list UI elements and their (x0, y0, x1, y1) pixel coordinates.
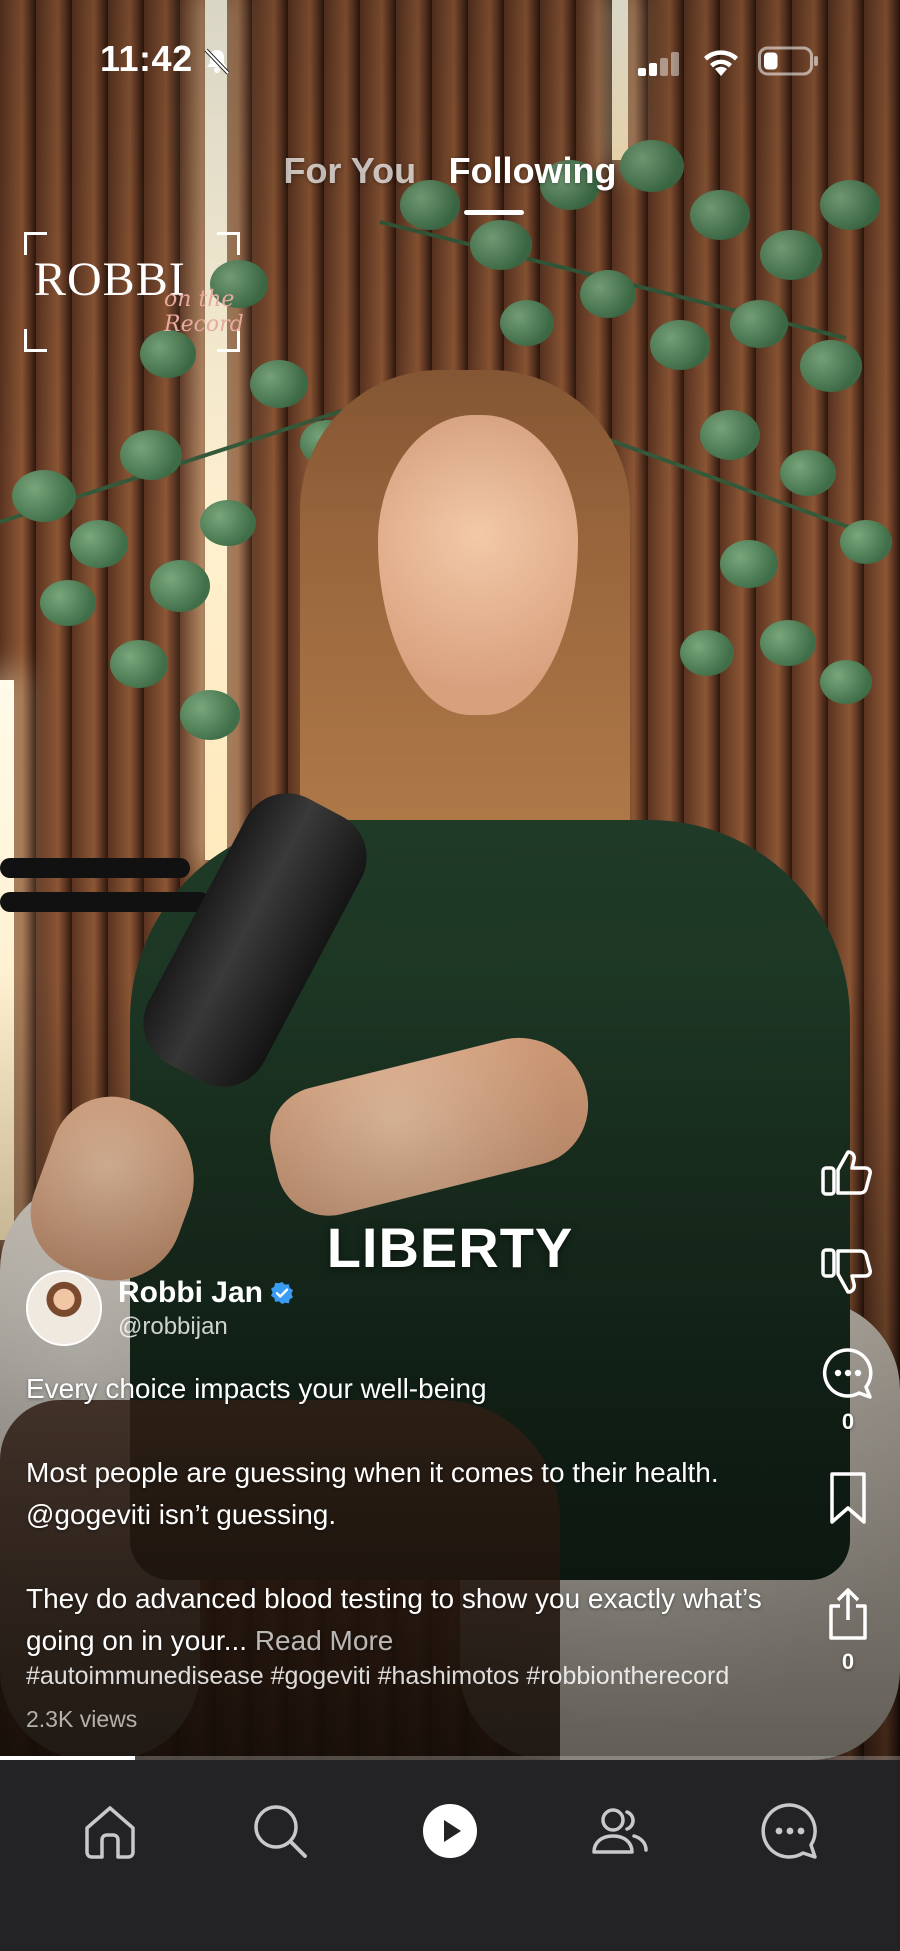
view-count: 2.3K views (26, 1706, 138, 1732)
post-description[interactable]: Every choice impacts your well-being Mos… (26, 1368, 846, 1662)
active-tab-indicator (464, 210, 524, 215)
creator-name[interactable]: Robbi Jan (118, 1276, 263, 1310)
tab-for-you[interactable]: For You (283, 150, 416, 192)
bottom-nav (0, 1760, 900, 1951)
bell-slash-icon (202, 46, 232, 81)
status-time: 11:42 (100, 38, 193, 79)
video-caption-overlay: LIBERTY (326, 1216, 574, 1279)
battery-icon (758, 46, 820, 81)
thumbs-up-icon (820, 1150, 876, 1202)
nav-messages[interactable] (755, 1798, 825, 1868)
nav-search[interactable] (245, 1798, 315, 1868)
creator-handle[interactable]: @robbijan (118, 1313, 228, 1341)
description-line: Every choice impacts your well-being (26, 1373, 487, 1404)
description-line: going on in your... Read More (26, 1620, 846, 1662)
search-icon (250, 1801, 310, 1866)
dislike-button[interactable] (818, 1246, 878, 1303)
feed-tabs: For You Following (0, 150, 900, 192)
description-line: Most people are guessing when it comes t… (26, 1457, 719, 1488)
read-more-link[interactable]: Read More (255, 1625, 394, 1656)
thumbs-down-icon (820, 1248, 876, 1302)
chat-icon (760, 1801, 820, 1866)
mic-arm (0, 892, 210, 912)
watermark-brand: ROBBI (34, 253, 186, 306)
nav-home[interactable] (75, 1798, 145, 1868)
like-button[interactable] (818, 1146, 878, 1203)
people-icon (589, 1802, 651, 1865)
person-hair (300, 370, 630, 1230)
person-hand (259, 1023, 601, 1227)
home-icon (81, 1802, 139, 1865)
nav-play[interactable] (415, 1798, 485, 1868)
description-line: @gogeviti isn’t guessing. (26, 1499, 337, 1530)
description-line: They do advanced blood testing to show y… (26, 1583, 762, 1614)
hashtags[interactable]: #autoimmunedisease #gogeviti #hashimotos… (26, 1662, 729, 1691)
status-bar: 11:42 (0, 36, 900, 86)
wifi-icon (700, 46, 742, 83)
cellular-signal-icon (638, 52, 682, 81)
watermark-script: on the Record (164, 287, 244, 337)
wall-light-strip (0, 680, 14, 1240)
play-icon (422, 1803, 478, 1864)
microphone (127, 777, 383, 1103)
description-truncated-text: going on in your... (26, 1625, 248, 1656)
tab-following[interactable]: Following (449, 150, 617, 192)
verified-badge-icon (270, 1281, 294, 1310)
person-face (378, 415, 578, 715)
video-watermark: ROBBI on the Record (24, 232, 244, 352)
nav-following[interactable] (585, 1798, 655, 1868)
wall-light-strip (205, 0, 227, 860)
mic-arm (0, 858, 190, 878)
avatar[interactable] (26, 1270, 102, 1346)
